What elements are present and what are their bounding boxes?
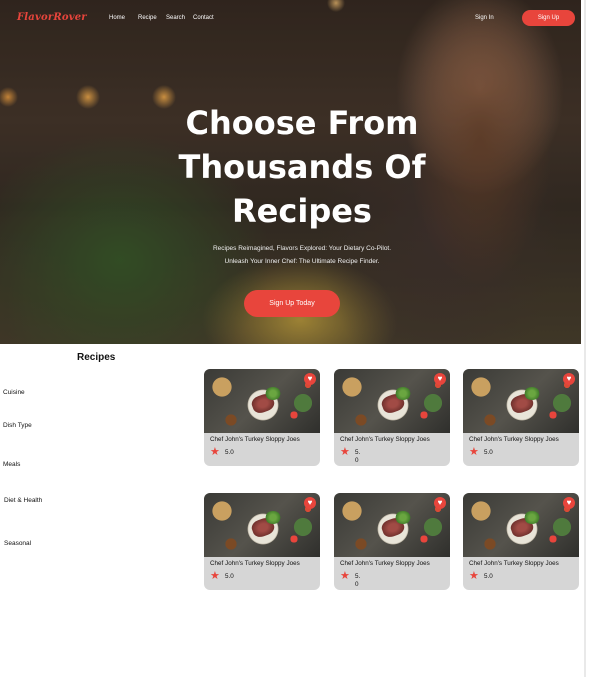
recipe-card[interactable]: ♥ Chef John's Turkey Sloppy Joes ★ 5.0 [463,493,579,590]
star-icon: ★ [340,446,350,458]
star-icon: ★ [210,570,220,582]
star-icon: ★ [210,446,220,458]
recipe-rating: 5.0 [484,449,493,456]
nav-contact[interactable]: Contact [193,15,214,21]
sign-up-button[interactable]: Sign Up [522,10,575,26]
filter-diet-health[interactable]: Diet & Health [4,497,42,504]
recipe-card[interactable]: ♥ Chef John's Turkey Sloppy Joes ★ 5.0 [204,369,320,466]
sign-in-link[interactable]: Sign In [475,15,494,21]
heart-icon[interactable]: ♥ [304,497,316,509]
recipe-rating: 5.0 [225,449,234,456]
heart-icon[interactable]: ♥ [563,497,575,509]
star-icon: ★ [340,570,350,582]
recipe-card[interactable]: ♥ Chef John's Turkey Sloppy Joes ★ 5.0 [334,369,450,466]
recipe-image [204,369,320,433]
hero-title: Choose From Thousands Of Recipes [156,101,448,233]
recipe-title[interactable]: Chef John's Turkey Sloppy Joes [469,436,579,443]
recipe-image [463,369,579,433]
nav-search[interactable]: Search [166,15,185,21]
recipe-rating: 5.0 [355,573,361,588]
brand-logo[interactable]: FlavorRover [17,12,87,23]
recipe-title[interactable]: Chef John's Turkey Sloppy Joes [340,560,450,567]
recipe-title[interactable]: Chef John's Turkey Sloppy Joes [210,436,320,443]
filter-cuisine[interactable]: Cuisine [3,389,25,396]
sign-up-today-button[interactable]: Sign Up Today [244,290,340,317]
recipe-rating: 5.0 [355,449,361,464]
recipe-image [463,493,579,557]
recipe-card[interactable]: ♥ Chef John's Turkey Sloppy Joes ★ 5.0 [204,493,320,590]
recipe-image [334,369,450,433]
filter-dish-type[interactable]: Dish Type [3,422,32,429]
hero-title-line: Choose From [185,104,419,142]
nav-home[interactable]: Home [109,15,125,21]
recipe-card[interactable]: ♥ Chef John's Turkey Sloppy Joes ★ 5.0 [463,369,579,466]
hero-subtitle: Recipes Reimagined, Flavors Explored: Yo… [160,242,444,268]
recipe-rating: 5.0 [484,573,493,580]
recipe-title[interactable]: Chef John's Turkey Sloppy Joes [210,560,320,567]
recipe-image [204,493,320,557]
recipe-image [334,493,450,557]
hero-title-line: Recipes [232,192,372,230]
heart-icon[interactable]: ♥ [304,373,316,385]
star-icon: ★ [469,446,479,458]
hero-title-line: Thousands Of [178,148,426,186]
heart-icon[interactable]: ♥ [434,497,446,509]
heart-icon[interactable]: ♥ [434,373,446,385]
heart-icon[interactable]: ♥ [563,373,575,385]
filter-meals[interactable]: Meals [3,461,20,468]
page-edge-divider [584,0,586,677]
recipe-title[interactable]: Chef John's Turkey Sloppy Joes [469,560,579,567]
nav-recipe[interactable]: Recipe [138,15,157,21]
recipe-title[interactable]: Chef John's Turkey Sloppy Joes [340,436,450,443]
recipe-rating: 5.0 [225,573,234,580]
recipes-heading: Recipes [77,352,116,363]
hero-subtitle-line: Recipes Reimagined, Flavors Explored: Yo… [212,245,392,252]
recipe-card[interactable]: ♥ Chef John's Turkey Sloppy Joes ★ 5.0 [334,493,450,590]
hero-subtitle-line: Unleash Your Inner Chef: The Ultimate Re… [224,258,380,265]
star-icon: ★ [469,570,479,582]
filter-seasonal[interactable]: Seasonal [4,540,31,547]
